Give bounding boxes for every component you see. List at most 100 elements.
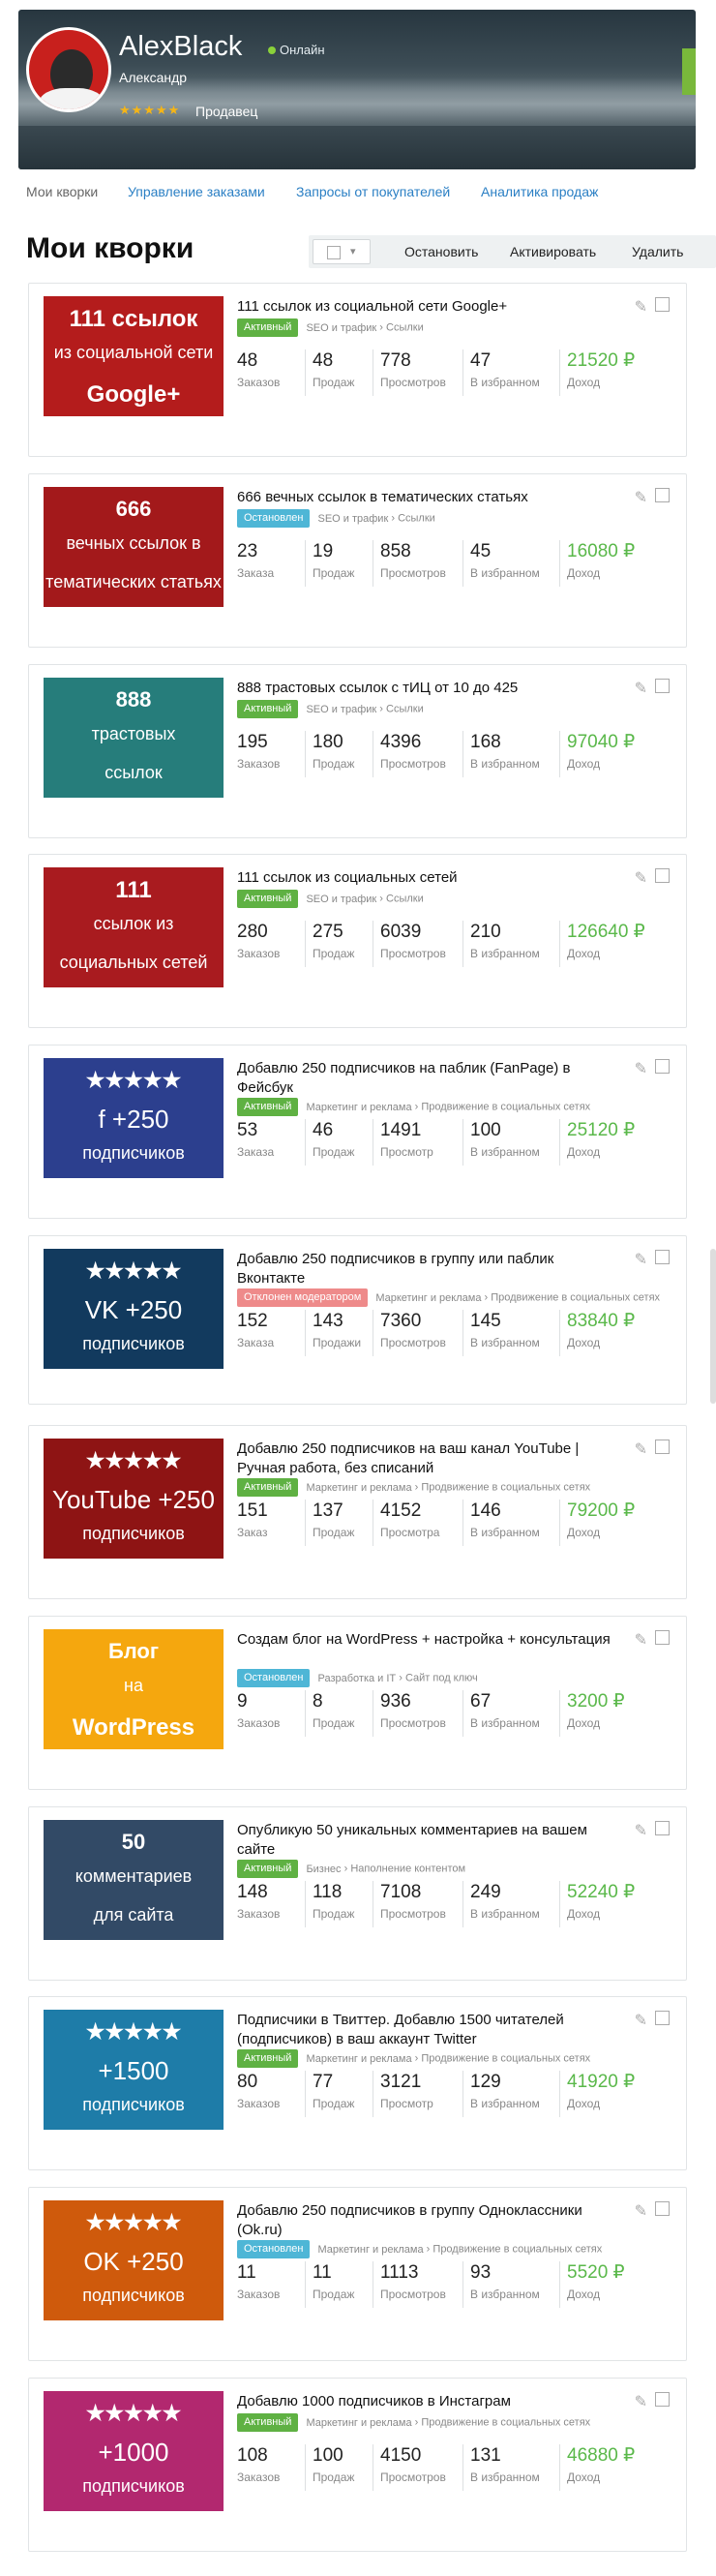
subcategory-label[interactable]: Продвижение в социальных сетях [433, 2244, 602, 2256]
select-all-checkbox[interactable] [327, 246, 341, 259]
thumb-line-2: YouTube +250 [52, 1485, 215, 1514]
select-kwork-checkbox[interactable] [655, 1059, 670, 1074]
edit-pencil-icon[interactable]: ✎ [635, 1821, 647, 1840]
select-kwork-checkbox[interactable] [655, 679, 670, 693]
stat-value: 100 [470, 1120, 501, 1140]
select-kwork-checkbox[interactable] [655, 868, 670, 883]
edit-pencil-icon[interactable]: ✎ [635, 297, 647, 317]
kwork-title[interactable]: Создам блог на WordPress + настройка + к… [237, 1630, 624, 1650]
kwork-thumbnail[interactable]: ★★★★★ OK +250 подписчиков [44, 2200, 224, 2320]
category-label[interactable]: SEO и трафик [306, 322, 376, 334]
delete-button[interactable]: Удалить [632, 244, 683, 259]
subcategory-label[interactable]: Наполнение контентом [350, 1864, 465, 1875]
kwork-thumbnail[interactable]: 50 комментариев для сайта [44, 1820, 224, 1940]
select-kwork-checkbox[interactable] [655, 1821, 670, 1835]
edit-pencil-icon[interactable]: ✎ [635, 2011, 647, 2030]
avatar[interactable] [26, 27, 111, 112]
edit-pencil-icon[interactable]: ✎ [635, 1059, 647, 1078]
kwork-thumbnail[interactable]: ★★★★★ f +250 подписчиков [44, 1058, 224, 1178]
subcategory-label[interactable]: Ссылки [386, 894, 424, 905]
real-name: Александр [119, 70, 188, 85]
breadcrumb-chevron-icon: › [484, 1291, 489, 1304]
select-kwork-checkbox[interactable] [655, 2392, 670, 2407]
category-label[interactable]: SEO и трафик [317, 513, 388, 525]
stat-income: 3200 ₽ Доход [559, 1690, 625, 1737]
select-kwork-checkbox[interactable] [655, 1630, 670, 1645]
select-kwork-checkbox[interactable] [655, 297, 670, 312]
subcategory-label[interactable]: Продвижение в социальных сетях [491, 1292, 660, 1304]
kwork-thumbnail[interactable]: ★★★★★ +1500 подписчиков [44, 2010, 224, 2130]
kwork-card: ★★★★★ YouTube +250 подписчиков Добавлю 250 … [28, 1425, 687, 1599]
kwork-title[interactable]: Добавлю 250 подписчиков на паблик (FanPa… [237, 1059, 624, 1098]
stat-label: Доход [567, 1907, 601, 1921]
subcategory-label[interactable]: Продвижение в социальных сетях [421, 1482, 590, 1494]
category-label[interactable]: Разработка и IT [317, 1673, 396, 1684]
select-kwork-checkbox[interactable] [655, 488, 670, 502]
edit-pencil-icon[interactable]: ✎ [635, 2201, 647, 2221]
select-kwork-checkbox[interactable] [655, 2011, 670, 2025]
kwork-thumbnail[interactable]: ★★★★★ YouTube +250 подписчиков [44, 1439, 224, 1559]
kwork-title[interactable]: Добавлю 250 подписчиков в группу Однокла… [237, 2201, 624, 2240]
tab-my-kworks[interactable]: Мои кворки [26, 184, 98, 199]
edit-pencil-icon[interactable]: ✎ [635, 868, 647, 888]
tab-requests[interactable]: Запросы от покупателей [296, 184, 450, 199]
category-label[interactable]: Маркетинг и реклама [375, 1292, 481, 1304]
kwork-title[interactable]: 666 вечных ссылок в тематических статьях [237, 488, 624, 507]
subcategory-label[interactable]: Продвижение в социальных сетях [421, 2053, 590, 2065]
category-label[interactable]: SEO и трафик [306, 894, 376, 905]
category-label[interactable]: Маркетинг и реклама [306, 2417, 411, 2429]
stat-label: В избранном [470, 2097, 540, 2110]
category-label[interactable]: SEO и трафик [306, 704, 376, 715]
stat-value: 46880 ₽ [567, 2445, 636, 2466]
kwork-thumbnail[interactable]: Блог на WordPress [44, 1629, 224, 1749]
tab-analytics[interactable]: Аналитика продаж [481, 184, 598, 199]
select-kwork-checkbox[interactable] [655, 1440, 670, 1454]
subcategory-label[interactable]: Продвижение в социальных сетях [421, 2417, 590, 2429]
kwork-thumbnail[interactable]: 111 ссылок из социальной сети Google+ [44, 296, 224, 416]
kwork-title[interactable]: 888 трастовых ссылок с тИЦ от 10 до 425 [237, 679, 624, 698]
username[interactable]: AlexBlack [119, 31, 242, 63]
select-kwork-checkbox[interactable] [655, 1250, 670, 1264]
subcategory-label[interactable]: Сайт под ключ [405, 1673, 478, 1684]
stat-label: Заказов [237, 947, 281, 960]
kwork-card: 888 трастовых ссылок 888 трастовых ссылок с… [28, 664, 687, 838]
stop-button[interactable]: Остановить [404, 244, 478, 259]
edit-pencil-icon[interactable]: ✎ [635, 488, 647, 507]
category-label[interactable]: Маркетинг и реклама [317, 2244, 423, 2256]
edit-pencil-icon[interactable]: ✎ [635, 1630, 647, 1650]
kwork-thumbnail[interactable]: ★★★★★ +1000 подписчиков [44, 2391, 224, 2511]
subcategory-label[interactable]: Продвижение в социальных сетях [421, 1102, 590, 1113]
edit-pencil-icon[interactable]: ✎ [635, 1250, 647, 1269]
kwork-title[interactable]: 111 ссылок из социальной сети Google+ [237, 297, 624, 317]
subcategory-label[interactable]: Ссылки [398, 513, 435, 525]
activate-button[interactable]: Активировать [510, 244, 596, 259]
category-label[interactable]: Маркетинг и реклама [306, 2053, 411, 2065]
edit-pencil-icon[interactable]: ✎ [635, 679, 647, 698]
breadcrumb-chevron-icon: › [379, 703, 383, 715]
category-label[interactable]: Маркетинг и реклама [306, 1482, 411, 1494]
kwork-thumbnail[interactable]: 666 вечных ссылок в тематических статьях [44, 487, 224, 607]
edit-pencil-icon[interactable]: ✎ [635, 1440, 647, 1459]
kwork-thumbnail[interactable]: 888 трастовых ссылок [44, 678, 224, 798]
stat-orders: 11 Заказов [237, 2261, 280, 2308]
banner-action-button[interactable] [682, 48, 696, 95]
category-label[interactable]: Бизнес [306, 1864, 341, 1875]
tab-orders[interactable]: Управление заказами [128, 184, 265, 199]
kwork-title[interactable]: Добавлю 1000 подписчиков в Инстаграм [237, 2392, 624, 2411]
kwork-title[interactable]: Добавлю 250 подписчиков в группу или паб… [237, 1250, 624, 1288]
kwork-title[interactable]: 111 ссылок из социальных сетей [237, 868, 624, 888]
select-kwork-checkbox[interactable] [655, 2201, 670, 2216]
subcategory-label[interactable]: Ссылки [386, 704, 424, 715]
stat-label: Заказов [237, 2097, 281, 2110]
category-label[interactable]: Маркетинг и реклама [306, 1102, 411, 1113]
status-badge: Активный [237, 890, 299, 908]
kwork-title[interactable]: Подписчики в Твиттер. Добавлю 1500 читат… [237, 2011, 624, 2049]
scrollbar[interactable] [710, 1249, 716, 1404]
kwork-title[interactable]: Добавлю 250 подписчиков на ваш канал You… [237, 1440, 624, 1478]
kwork-thumbnail[interactable]: 111 ссылок из социальных сетей [44, 867, 224, 987]
subcategory-label[interactable]: Ссылки [386, 322, 424, 334]
kwork-thumbnail[interactable]: ★★★★★ VK +250 подписчиков [44, 1249, 224, 1369]
select-all-dropdown[interactable]: ▾ [313, 239, 371, 264]
kwork-title[interactable]: Опубликую 50 уникальных комментариев на … [237, 1821, 624, 1860]
edit-pencil-icon[interactable]: ✎ [635, 2392, 647, 2411]
